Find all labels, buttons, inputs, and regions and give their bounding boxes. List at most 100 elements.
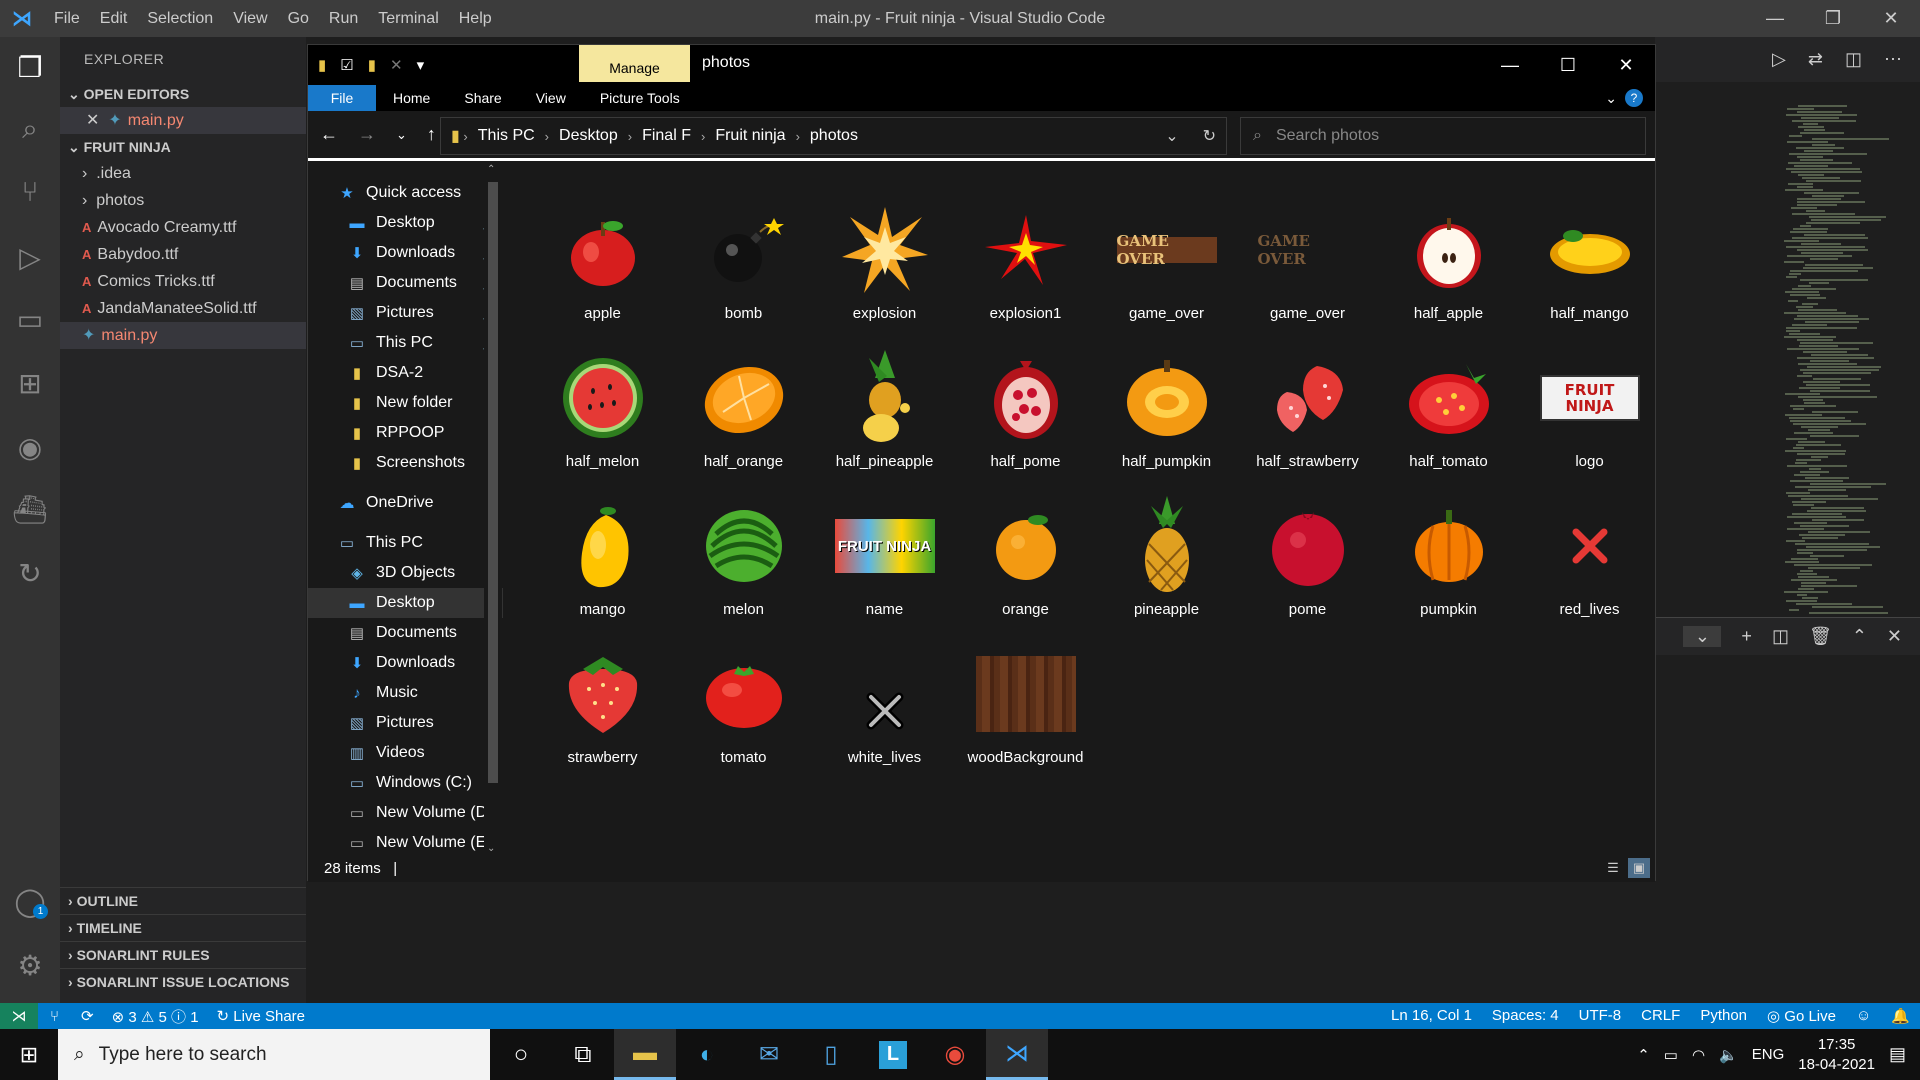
breadcrumb-final-f[interactable]: Final F <box>642 127 691 145</box>
file-orange[interactable]: orange <box>955 496 1096 644</box>
menu-terminal[interactable]: Terminal <box>368 10 448 28</box>
battery-icon[interactable]: ▭ <box>1664 1046 1678 1064</box>
open-editors-section[interactable]: ⌄ OPEN EDITORS <box>60 81 306 107</box>
taskbar-search-box[interactable]: ⌕ Type here to search <box>58 1029 490 1080</box>
fruit-ninja-folder-section[interactable]: ⌄ FRUIT NINJA <box>60 134 306 160</box>
file-strawberry[interactable]: strawberry <box>532 644 673 792</box>
back-arrow-icon[interactable]: ← <box>320 124 338 145</box>
menu-go[interactable]: Go <box>278 10 319 28</box>
nav-documents[interactable]: ▤ Documents <box>308 618 503 648</box>
file-red-lives[interactable]: red_lives <box>1519 496 1660 644</box>
new-folder-icon[interactable]: ▮ <box>368 56 376 74</box>
minimap[interactable] <box>1784 105 1904 615</box>
minimize-icon[interactable]: — <box>1746 0 1804 37</box>
ribbon-tab-view[interactable]: View <box>519 90 583 106</box>
nav-qa-downloads[interactable]: ⬇Downloads📌 <box>308 238 503 268</box>
scroll-up-icon[interactable]: ⌃ <box>487 164 495 175</box>
fx-minimize-icon[interactable]: — <box>1481 45 1539 85</box>
help-icon[interactable]: ? <box>1625 89 1643 107</box>
show-hidden-icons-icon[interactable]: ⌃ <box>1637 1046 1650 1064</box>
menu-run[interactable]: Run <box>319 10 368 28</box>
notifications-bell-icon[interactable]: 🔔 <box>1891 1007 1910 1025</box>
live-share-button[interactable]: ↻ Live Share <box>217 1007 305 1025</box>
go-live-button[interactable]: ◎ Go Live <box>1767 1007 1836 1025</box>
details-view-icon[interactable]: ☰ <box>1602 858 1624 878</box>
sonarlint-rules-section[interactable]: › SONARLINT RULES <box>60 941 306 968</box>
mail-app-icon[interactable]: ✉ <box>738 1029 800 1080</box>
file-melon[interactable]: melon <box>673 496 814 644</box>
timeline-section[interactable]: › TIMELINE <box>60 914 306 941</box>
properties-icon[interactable]: ☑ <box>340 56 353 74</box>
search-icon[interactable]: ⌕ <box>10 109 50 149</box>
nav-downloads[interactable]: ⬇ Downloads <box>308 648 503 678</box>
l-app-icon[interactable]: L <box>862 1029 924 1080</box>
tree-file-avocado[interactable]: A Avocado Creamy.ttf <box>60 214 306 241</box>
nav-qa-pictures[interactable]: ▧Pictures📌 <box>308 298 503 328</box>
encoding[interactable]: UTF-8 <box>1579 1007 1622 1025</box>
nav-windows-c[interactable]: ▭ Windows (C:) <box>308 768 503 798</box>
manage-tab[interactable]: Manage <box>579 45 690 82</box>
windows-start-icon[interactable]: ⊞ <box>0 1029 58 1080</box>
menu-view[interactable]: View <box>223 10 277 28</box>
folder-icon[interactable]: ▮ <box>318 56 326 74</box>
file-game-over-2[interactable]: GAME OVER game_over <box>1237 200 1378 348</box>
file-pineapple[interactable]: pineapple <box>1096 496 1237 644</box>
nav-qa-documents[interactable]: ▤Documents📌 <box>308 268 503 298</box>
close-editor-icon[interactable]: ✕ <box>86 112 99 129</box>
forward-arrow-icon[interactable]: → <box>358 124 376 145</box>
indentation[interactable]: Spaces: 4 <box>1492 1007 1559 1025</box>
close-icon[interactable]: ✕ <box>1862 0 1920 37</box>
file-wood-background[interactable]: woodBackground <box>955 644 1096 792</box>
nav-qa-this-pc[interactable]: ▭This PC📌 <box>308 328 503 358</box>
file-pumpkin[interactable]: pumpkin <box>1378 496 1519 644</box>
account-icon[interactable]: ◯ 1 <box>10 881 50 921</box>
file-explosion[interactable]: explosion <box>814 200 955 348</box>
large-icons-view-icon[interactable]: ▣ <box>1628 858 1650 878</box>
address-bar[interactable]: ▮ › This PC › Desktop › Final F › Fruit nin… <box>440 117 1227 155</box>
up-arrow-icon[interactable]: ↑ <box>427 124 436 145</box>
file-logo[interactable]: FRUIT NINJA logo <box>1519 348 1660 496</box>
more-actions-icon[interactable]: ⋯ <box>1884 49 1902 70</box>
ribbon-tab-picture-tools[interactable]: Picture Tools <box>583 90 697 106</box>
address-dropdown-icon[interactable]: ⌄ <box>1165 126 1178 146</box>
vscode-app-icon[interactable]: ⋊ <box>986 1029 1048 1080</box>
task-view-icon[interactable]: ⧉ <box>552 1029 614 1080</box>
breadcrumb-fruit-ninja[interactable]: Fruit ninja <box>715 127 785 145</box>
tree-folder-idea[interactable]: › .idea <box>60 160 306 187</box>
settings-gear-icon[interactable]: ⚙ <box>10 945 50 985</box>
breadcrumb-this-pc[interactable]: This PC <box>478 127 535 145</box>
menu-help[interactable]: Help <box>449 10 502 28</box>
open-editor-main-py[interactable]: ✕ ✦ main.py <box>60 107 306 134</box>
nav-volume-e[interactable]: ▭ New Volume (E:) <box>308 828 503 854</box>
cursor-position[interactable]: Ln 16, Col 1 <box>1391 1007 1472 1025</box>
file-explorer-app-icon[interactable]: ▬ <box>614 1029 676 1080</box>
nav-qa-rppoop[interactable]: ▮ RPPOOP <box>308 418 503 448</box>
source-control-icon[interactable]: ⑂ <box>10 172 50 212</box>
close-panel-icon[interactable]: ✕ <box>1887 626 1902 647</box>
file-half-apple[interactable]: half_apple <box>1378 200 1519 348</box>
nav-qa-dsa2[interactable]: ▮ DSA-2 <box>308 358 503 388</box>
sync-icon[interactable]: ⟳ <box>81 1007 94 1025</box>
split-editor-icon[interactable]: ◫ <box>1845 49 1862 70</box>
ribbon-tab-home[interactable]: Home <box>376 90 447 106</box>
breadcrumb-photos[interactable]: photos <box>810 127 858 145</box>
file-half-pumpkin[interactable]: half_pumpkin <box>1096 348 1237 496</box>
file-game-over[interactable]: GAME OVER game_over <box>1096 200 1237 348</box>
file-half-orange[interactable]: half_orange <box>673 348 814 496</box>
delete-icon[interactable]: ✕ <box>390 56 403 74</box>
new-terminal-icon[interactable]: + <box>1741 626 1752 647</box>
customize-qa-icon[interactable]: ▾ <box>417 56 425 74</box>
problems-indicator[interactable]: ⊗ 3 ⚠ 5 ⓘ 1 <box>112 1006 199 1027</box>
file-half-pineapple[interactable]: half_pineapple <box>814 348 955 496</box>
compare-icon[interactable]: ⇄ <box>1808 49 1823 70</box>
end-of-line[interactable]: CRLF <box>1641 1007 1680 1025</box>
file-half-melon[interactable]: half_melon <box>532 348 673 496</box>
run-file-icon[interactable]: ▷ <box>1772 49 1786 70</box>
file-half-mango[interactable]: half_mango <box>1519 200 1660 348</box>
menu-edit[interactable]: Edit <box>90 10 138 28</box>
wifi-icon[interactable]: ◠ <box>1692 1046 1705 1064</box>
nav-qa-new-folder[interactable]: ▮ New folder <box>308 388 503 418</box>
sonarlint-issue-locations-section[interactable]: › SONARLINT ISSUE LOCATIONS <box>60 968 306 995</box>
fx-maximize-icon[interactable]: ☐ <box>1539 45 1597 85</box>
volume-icon[interactable]: 🔈 <box>1719 1046 1738 1064</box>
